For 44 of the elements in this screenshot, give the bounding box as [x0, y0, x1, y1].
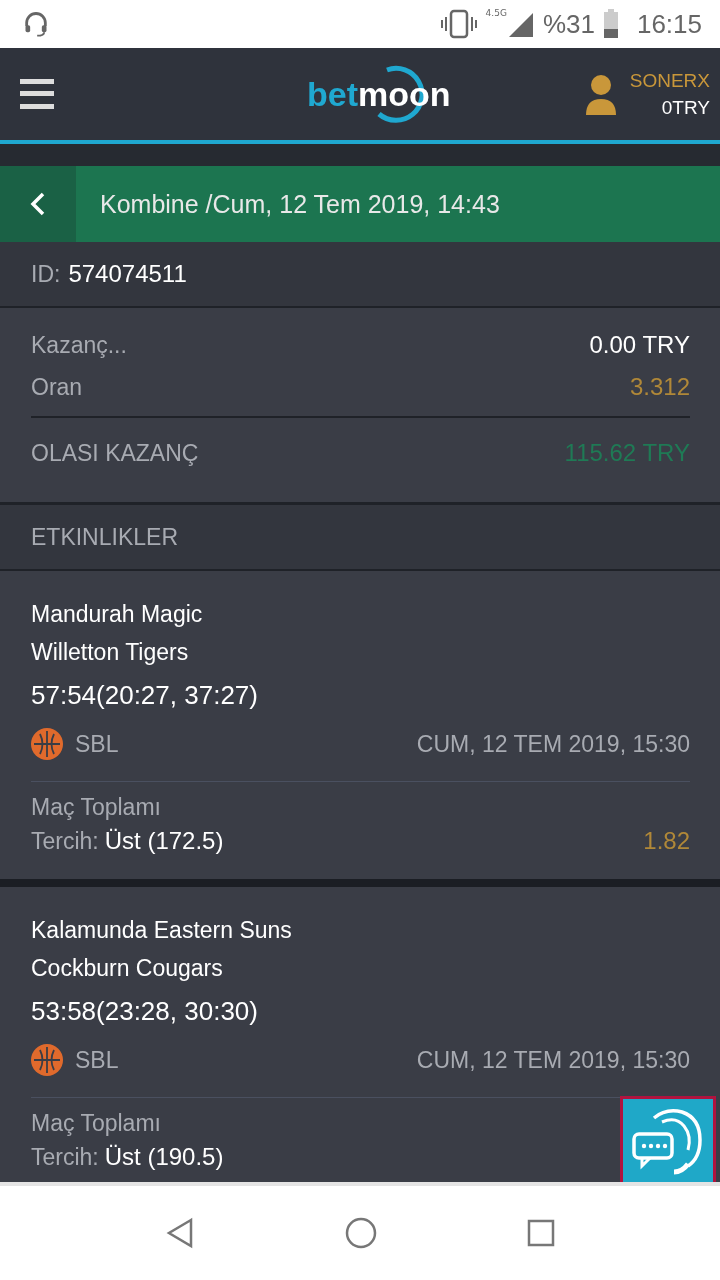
event-date: CUM, 12 TEM 2019, 15:30	[416, 730, 690, 758]
menu-icon[interactable]	[20, 79, 54, 109]
pick-value: Üst (190.5)	[104, 1143, 224, 1171]
bet-title: Kombine /Cum, 12 Tem 2019, 14:43	[100, 189, 500, 219]
balance: 0TRY	[661, 96, 710, 120]
headset-icon	[22, 10, 50, 38]
odds-value: 1.82	[643, 827, 690, 855]
basketball-icon	[31, 728, 63, 760]
total-value: 115.62 TRY	[564, 439, 690, 467]
summary-value: 0.00 TRY	[589, 331, 690, 359]
username: SONERX	[629, 69, 710, 93]
home-nav-icon[interactable]	[345, 1217, 377, 1249]
league-name: SBL	[75, 730, 119, 758]
market-name: Maç Toplamı	[31, 794, 162, 821]
score: 57:54(20:27, 37:27)	[31, 679, 259, 712]
section-title: ETKINLIKLER	[31, 523, 178, 551]
team-name: Kalamunda Eastern Suns	[31, 916, 293, 945]
summary-value: 3.312	[629, 373, 690, 401]
team-name: Willetton Tigers	[31, 638, 190, 667]
basketball-icon	[31, 1044, 63, 1076]
pick-label: Tercih:	[31, 1143, 99, 1171]
live-support-button[interactable]	[620, 1096, 716, 1182]
battery-percent: %31	[542, 8, 595, 40]
total-label: OLASI KAZANÇ	[31, 439, 199, 467]
summary-label: Kazanç...	[31, 331, 127, 359]
team-name: Mandurah Magic	[31, 600, 204, 629]
clock: 16:15	[636, 8, 702, 40]
score: 53:58(23:28, 30:30)	[31, 995, 259, 1028]
chevron-left-icon	[30, 192, 46, 216]
team-name: Cockburn Cougars	[31, 954, 224, 983]
back-nav-icon[interactable]	[165, 1217, 195, 1249]
pick-value: Üst (172.5)	[104, 827, 224, 855]
event-date: CUM, 12 TEM 2019, 15:30	[416, 1046, 690, 1074]
user-icon[interactable]	[583, 73, 618, 115]
summary-label: Oran	[31, 373, 83, 401]
league-name: SBL	[75, 1046, 119, 1074]
network-label: 4.5G	[485, 8, 507, 18]
id-label: ID:	[31, 260, 61, 288]
vibrate-icon	[439, 9, 478, 39]
battery-icon	[602, 9, 619, 39]
id-value: 574074511	[68, 260, 187, 288]
market-name: Maç Toplamı	[31, 1110, 162, 1137]
recents-nav-icon[interactable]	[527, 1219, 555, 1247]
pick-label: Tercih:	[31, 827, 99, 855]
